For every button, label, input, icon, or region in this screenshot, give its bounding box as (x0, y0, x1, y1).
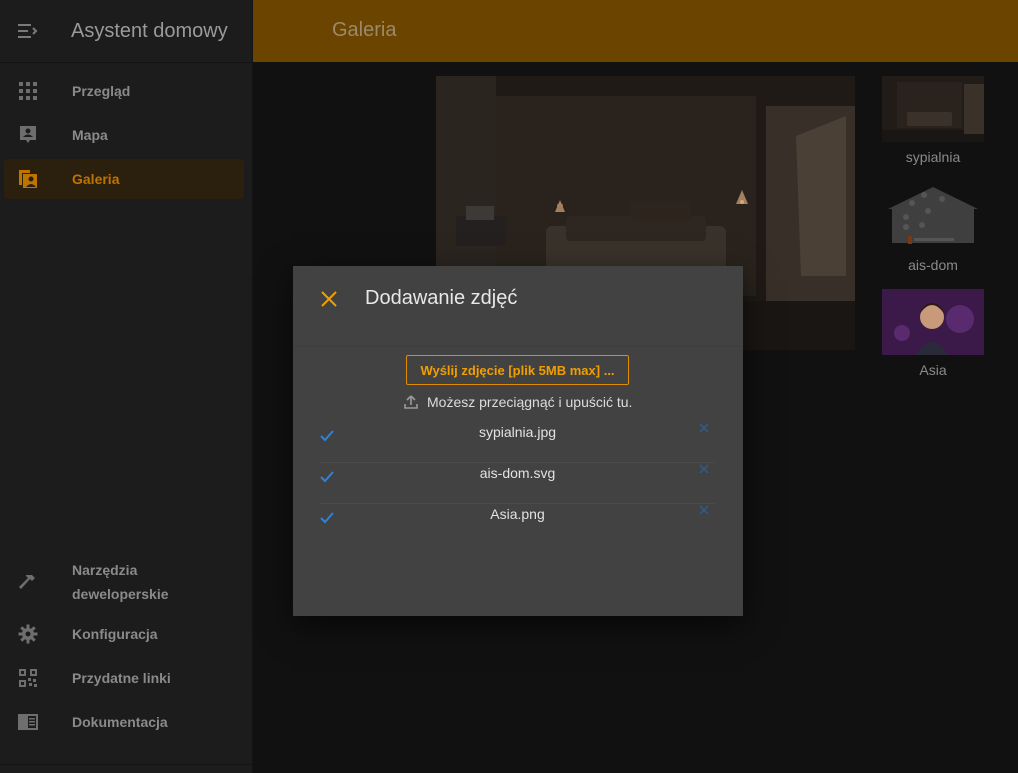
sidebar-item-mapa[interactable]: Mapa (4, 115, 244, 155)
file-name: Asia.png (490, 506, 545, 522)
upload-photo-button[interactable]: Wyślij zdjęcie [plik 5MB max] ... (406, 355, 629, 385)
close-icon (321, 291, 337, 307)
sidebar-item-label: Konfiguracja (72, 626, 158, 642)
dialog-divider (293, 346, 743, 347)
gallery-icon (4, 169, 52, 189)
upload-icon (403, 394, 419, 410)
nav-list: Przegląd Mapa Galeria (0, 63, 252, 199)
remove-file-icon[interactable] (699, 464, 709, 474)
menu-open-icon (18, 24, 38, 38)
app-title: Asystent domowy (71, 19, 228, 42)
sidebar-item-label: Przydatne linki (72, 670, 171, 686)
page-title: Galeria (332, 19, 397, 41)
gallery-thumb-label: Asia (919, 362, 947, 378)
sidebar-item-narzedzia[interactable]: Narzędzia deweloperskie (4, 554, 244, 610)
remove-file-icon[interactable] (699, 423, 709, 433)
sidebar: Asystent domowy Przegląd Mapa Galeria Na… (0, 0, 253, 773)
menu-toggle-button[interactable] (0, 0, 56, 62)
sidebar-item-label: Przegląd (72, 83, 131, 99)
qrcode-icon (4, 668, 52, 688)
sidebar-item-dokumentacja[interactable]: Dokumentacja (4, 702, 244, 742)
add-photos-dialog: Dodawanie zdjęć Wyślij zdjęcie [plik 5MB… (293, 266, 743, 616)
close-dialog-button[interactable] (318, 288, 340, 310)
uploaded-file-row: sypialnia.jpg (320, 422, 715, 463)
map-account-icon (4, 125, 52, 145)
drop-zone-hint[interactable]: Możesz przeciągnąć i upuścić tu. (403, 391, 632, 413)
sidebar-item-label: Dokumentacja (72, 714, 168, 730)
book-icon (4, 713, 52, 731)
file-name: sypialnia.jpg (478, 424, 557, 440)
dialog-title: Dodawanie zdjęć (365, 287, 518, 309)
nav-list-bottom: Narzędzia deweloperskie Konfiguracja Prz… (0, 546, 252, 746)
gallery-thumb-label: ais-dom (908, 257, 958, 273)
hammer-icon (4, 572, 52, 592)
top-app-bar: Galeria (253, 0, 1018, 62)
sidebar-header: Asystent domowy (0, 0, 252, 63)
sidebar-item-konfiguracja[interactable]: Konfiguracja (4, 614, 244, 654)
file-name: ais-dom.svg (479, 465, 556, 481)
sidebar-item-label: Narzędzia deweloperskie (72, 562, 169, 602)
uploaded-file-row: ais-dom.svg (320, 463, 715, 504)
sidebar-item-przeglad[interactable]: Przegląd (4, 71, 244, 111)
sidebar-item-label: Mapa (72, 127, 108, 143)
sidebar-footer (0, 764, 252, 773)
sidebar-item-label: Galeria (72, 171, 120, 187)
gallery-thumb-asia[interactable] (882, 289, 984, 355)
remove-file-icon[interactable] (699, 505, 709, 515)
gallery-thumb-sypialnia[interactable] (882, 76, 984, 142)
gallery-thumb-label: sypialnia (905, 149, 961, 165)
gear-icon (4, 624, 52, 644)
grid-icon (4, 82, 52, 100)
uploaded-file-row: Asia.png (320, 504, 715, 545)
sidebar-item-galeria[interactable]: Galeria (4, 159, 244, 199)
gallery-thumb-ais-dom[interactable] (882, 183, 984, 249)
sidebar-item-przydatne-linki[interactable]: Przydatne linki (4, 658, 244, 698)
drop-hint-text: Możesz przeciągnąć i upuścić tu. (427, 394, 633, 410)
